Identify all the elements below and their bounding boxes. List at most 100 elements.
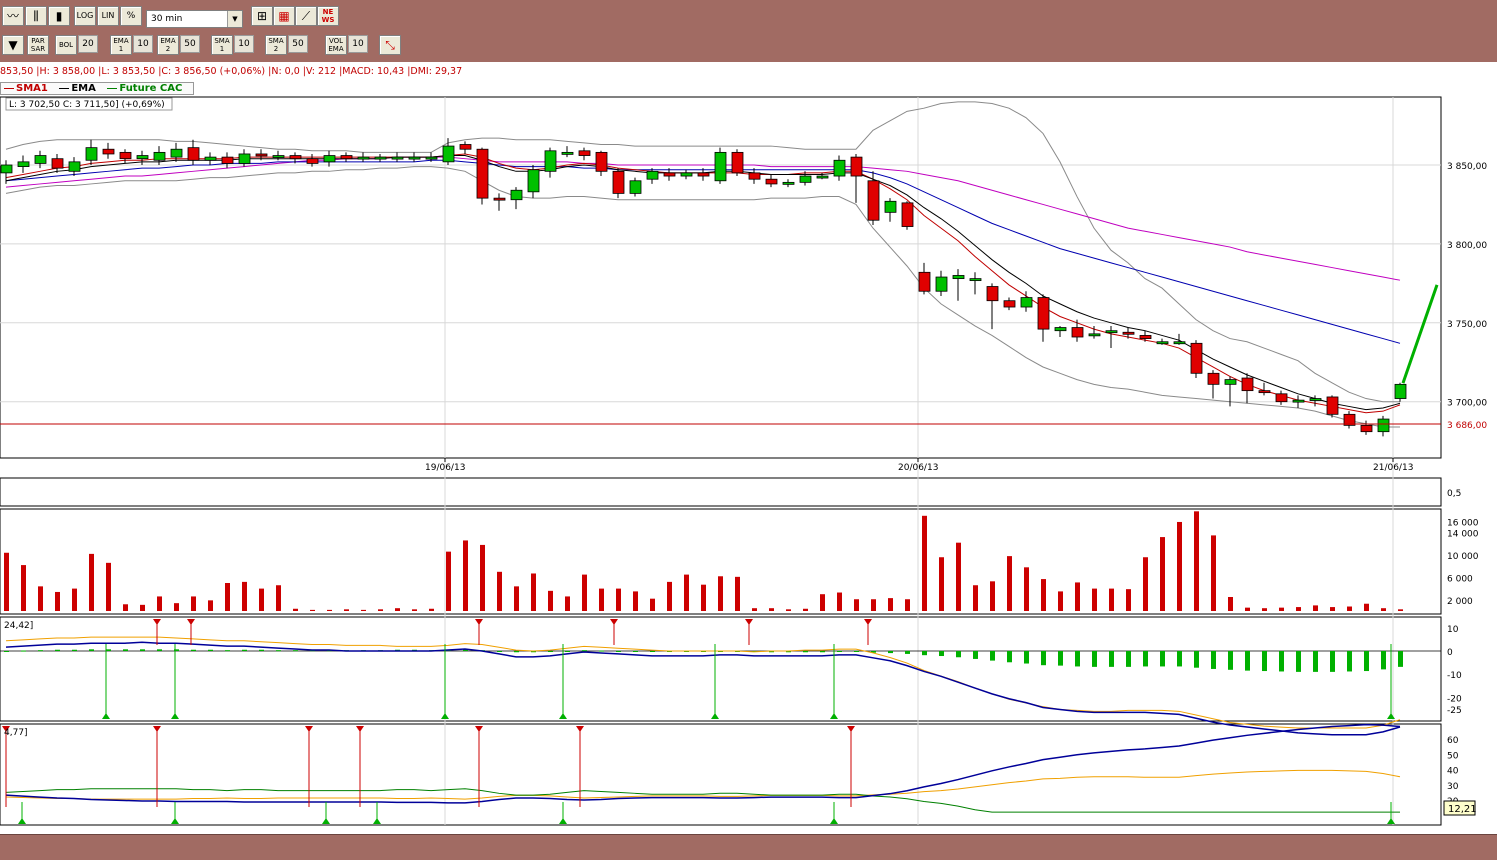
zoom-chart-icon[interactable]: ⊞: [251, 6, 273, 26]
volume-bar: [412, 609, 417, 611]
compare-chart-icon[interactable]: ⟋: [295, 6, 317, 26]
candle-body: [187, 147, 200, 161]
volume-bar: [905, 599, 910, 611]
ema1-button[interactable]: EMA 1: [110, 35, 132, 55]
bol-button[interactable]: BOL: [55, 35, 77, 55]
macd-hist-bar: [1160, 651, 1165, 667]
macd-hist-bar: [1398, 651, 1403, 667]
volume-bar: [718, 576, 723, 611]
lin-scale-button[interactable]: LIN: [97, 6, 119, 26]
candle-body: [1394, 383, 1407, 399]
parsar-button[interactable]: PAR SAR: [27, 35, 49, 55]
volume-bar: [4, 552, 9, 611]
candle-body: [578, 150, 591, 156]
filter-icon[interactable]: ▼: [2, 35, 24, 55]
macd-hist-bar: [1262, 651, 1267, 672]
volume-bar: [378, 609, 383, 611]
volume-bar: [1024, 567, 1029, 611]
volume-bar: [548, 590, 553, 611]
volume-bar: [803, 608, 808, 611]
volume-bar: [531, 573, 536, 611]
percent-scale-button[interactable]: %: [120, 6, 142, 26]
macd-hist-bar: [259, 649, 264, 651]
candle-body: [1292, 399, 1305, 403]
ema1-period-field[interactable]: 10: [133, 35, 153, 53]
candle-body: [680, 172, 693, 177]
macd-hist-bar: [803, 651, 808, 653]
volume-tick-label: 14 000: [1447, 530, 1479, 540]
candle-body: [221, 156, 234, 164]
log-scale-button[interactable]: LOG: [74, 6, 96, 26]
candle-body: [1377, 418, 1390, 433]
vol-ema-period-field[interactable]: 10: [348, 35, 368, 53]
date-label: 21/06/13: [1373, 463, 1413, 473]
macd-hist-bar: [599, 650, 604, 652]
volume-bar: [259, 588, 264, 611]
sma2-button[interactable]: SMA 2: [265, 35, 287, 55]
candle-body: [153, 151, 166, 161]
line-chart-icon[interactable]: 〰: [2, 6, 24, 26]
volume-bar: [820, 594, 825, 611]
trendline-tool-icon[interactable]: ⤡: [379, 35, 401, 55]
news-icon[interactable]: NE WS: [317, 6, 339, 26]
chevron-down-icon[interactable]: ▼: [227, 11, 242, 27]
bol-period-field[interactable]: 20: [78, 35, 98, 53]
volume-bar: [446, 551, 451, 611]
macd-hist-bar: [293, 650, 298, 652]
osc-tick-label: 0,5: [1447, 489, 1461, 499]
macd-tick-label: 0: [1447, 648, 1453, 658]
candle-body: [850, 156, 863, 177]
price-tick-label: 3 850,00: [1447, 162, 1487, 172]
candle-body: [204, 156, 217, 161]
candle-body: [1071, 327, 1084, 338]
volume-bar: [1347, 606, 1352, 611]
ema2-button[interactable]: EMA 2: [157, 35, 179, 55]
macd-hist-bar: [140, 649, 145, 651]
macd-tick-label: -20: [1447, 694, 1462, 704]
candle-body: [476, 148, 489, 199]
color-grid-icon[interactable]: ▦: [273, 6, 295, 26]
volume-bar: [1364, 603, 1369, 611]
candle-body: [527, 169, 540, 193]
candle-body: [935, 276, 948, 292]
bar-chart-icon[interactable]: ⫼: [25, 6, 47, 26]
candle-body: [952, 275, 965, 280]
volume-bar: [1313, 605, 1318, 611]
chart-area[interactable]: 853,50 |H: 3 858,00 |L: 3 853,50 |C: 3 8…: [0, 62, 1497, 834]
candle-body: [1275, 393, 1288, 403]
sma1-button[interactable]: SMA 1: [211, 35, 233, 55]
macd-hist-bar: [956, 651, 961, 658]
candle-body: [1207, 372, 1220, 385]
sma2-period-field[interactable]: 50: [288, 35, 308, 53]
sma1-period-field[interactable]: 10: [234, 35, 254, 53]
candlestick-icon[interactable]: ▮: [48, 6, 70, 26]
volume-bar: [939, 557, 944, 611]
candle-body: [765, 178, 778, 185]
volume-bar: [1228, 597, 1233, 611]
candle-body: [1156, 341, 1169, 345]
period-select[interactable]: 30 min ▼: [146, 10, 243, 28]
volume-bar: [514, 586, 519, 611]
volume-bar: [344, 609, 349, 611]
candle-body: [782, 181, 795, 185]
macd-hist-bar: [1007, 651, 1012, 663]
macd-hist-bar: [1313, 651, 1318, 672]
volume-bar: [616, 588, 621, 611]
volume-bar: [55, 591, 60, 611]
volume-bar: [89, 553, 94, 611]
volume-bar: [463, 540, 468, 611]
volume-bar: [106, 562, 111, 611]
volume-bar: [735, 576, 740, 611]
date-label: 20/06/13: [898, 463, 938, 473]
oscillator-panel: [0, 477, 1442, 507]
price-chart-svg[interactable]: 3 850,00 3 800,00 3 750,00 3 700,00 19/06/13…: [0, 62, 1497, 834]
volume-bar: [361, 609, 366, 611]
volume-bar: [1262, 608, 1267, 611]
volume-bar: [1109, 588, 1114, 611]
candle-body: [391, 156, 404, 160]
ema2-period-field[interactable]: 50: [180, 35, 200, 53]
macd-hist-bar: [1041, 651, 1046, 666]
candle-body: [918, 271, 931, 292]
volume-bar: [1075, 582, 1080, 611]
vol-ema-button[interactable]: VOL EMA: [325, 35, 347, 55]
